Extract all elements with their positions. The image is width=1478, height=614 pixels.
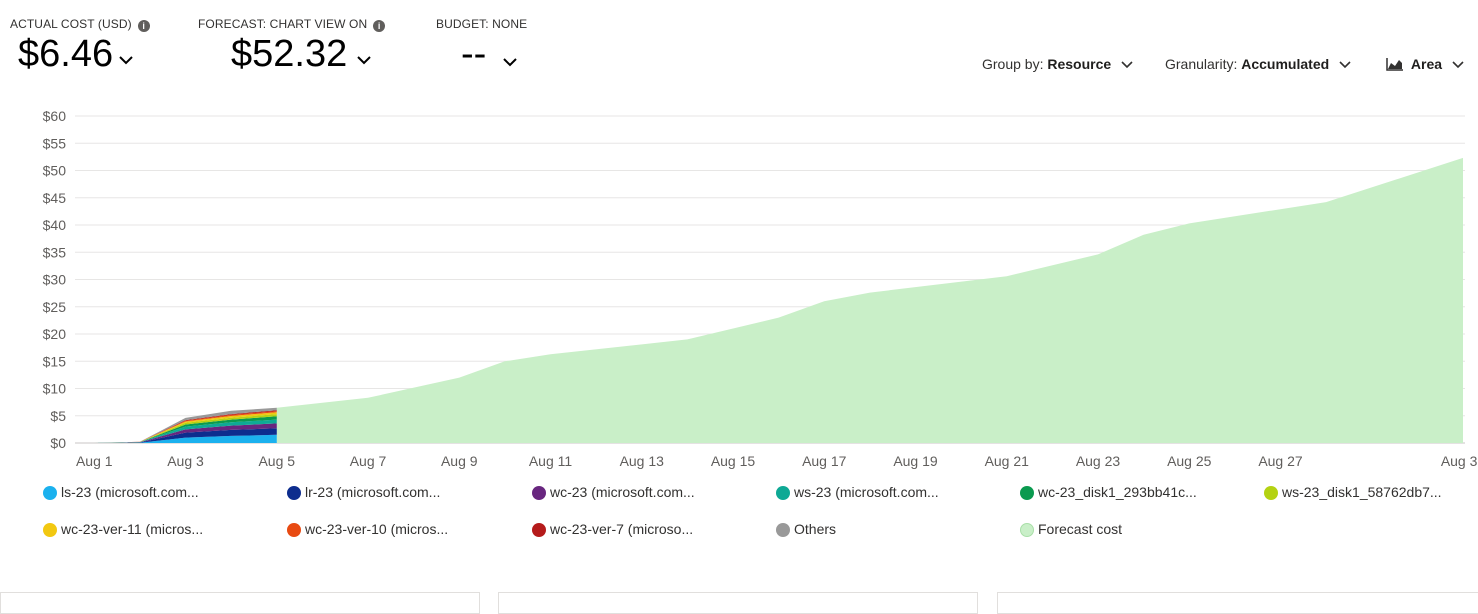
- legend-label: ls-23 (microsoft.com...: [61, 484, 199, 500]
- legend-swatch: [532, 523, 546, 537]
- legend-label: Others: [794, 521, 837, 537]
- x-tick-label: Aug 9: [441, 453, 478, 469]
- x-tick-label: Aug 11: [529, 453, 573, 469]
- legend-swatch: [532, 486, 546, 500]
- legend-label: lr-23 (microsoft.com...: [305, 484, 441, 500]
- x-tick-label: Aug 13: [620, 453, 665, 469]
- legend-swatch: [287, 486, 301, 500]
- x-tick-label: Aug 31: [1441, 453, 1478, 469]
- x-tick-label: Aug 1: [76, 453, 113, 469]
- y-tick-label: $5: [50, 408, 66, 424]
- x-tick-label: Aug 23: [1076, 453, 1121, 469]
- y-tick-label: $45: [43, 190, 67, 206]
- y-tick-label: $35: [43, 244, 67, 260]
- legend-label: wc-23_disk1_293bb41c...: [1038, 484, 1197, 500]
- bottom-card: [997, 592, 1478, 614]
- cost-area-chart[interactable]: $0 $5 $10 $15 $20 $25 $30 $35 $40 $45 $50 $55 $60 Aug…: [0, 0, 1478, 480]
- legend-label: wc-23 (microsoft.com...: [550, 484, 695, 500]
- x-tick-label: Aug 15: [711, 453, 756, 469]
- x-tick-label: Aug 21: [985, 453, 1030, 469]
- legend-swatch: [1020, 523, 1034, 537]
- x-tick-label: Aug 17: [802, 453, 847, 469]
- legend-swatch: [1020, 486, 1034, 500]
- legend-label: Forecast cost: [1038, 521, 1123, 537]
- legend-label: ws-23 (microsoft.com...: [794, 484, 939, 500]
- y-tick-label: $20: [43, 326, 67, 342]
- y-tick-label: $55: [43, 135, 67, 151]
- y-tick-label: $50: [43, 163, 67, 179]
- y-tick-label: $15: [43, 353, 67, 369]
- y-tick-label: $0: [50, 435, 66, 451]
- legend-label: wc-23-ver-10 (micros...: [305, 521, 449, 537]
- y-tick-label: $60: [43, 108, 67, 124]
- x-tick-label: Aug 27: [1258, 453, 1303, 469]
- x-tick-label: Aug 7: [350, 453, 387, 469]
- y-tick-label: $25: [43, 299, 67, 315]
- legend-swatch: [776, 523, 790, 537]
- legend-swatch: [776, 486, 790, 500]
- y-tick-label: $30: [43, 272, 67, 288]
- legend-label: wc-23-ver-7 (microso...: [550, 521, 694, 537]
- legend-swatch: [1264, 486, 1278, 500]
- x-tick-label: Aug 3: [167, 453, 204, 469]
- x-tick-label: Aug 19: [893, 453, 938, 469]
- bottom-card: [0, 592, 480, 614]
- legend-swatch: [287, 523, 301, 537]
- y-tick-label: $10: [43, 381, 67, 397]
- x-tick-label: Aug 25: [1167, 453, 1212, 469]
- legend-label: ws-23_disk1_58762db7...: [1282, 484, 1442, 500]
- legend-swatch: [43, 523, 57, 537]
- y-tick-label: $40: [43, 217, 67, 233]
- bottom-card: [498, 592, 978, 614]
- forecast-area: [276, 157, 1463, 443]
- legend-swatch: [43, 486, 57, 500]
- x-tick-label: Aug 5: [258, 453, 295, 469]
- legend-label: wc-23-ver-11 (micros...: [61, 521, 204, 537]
